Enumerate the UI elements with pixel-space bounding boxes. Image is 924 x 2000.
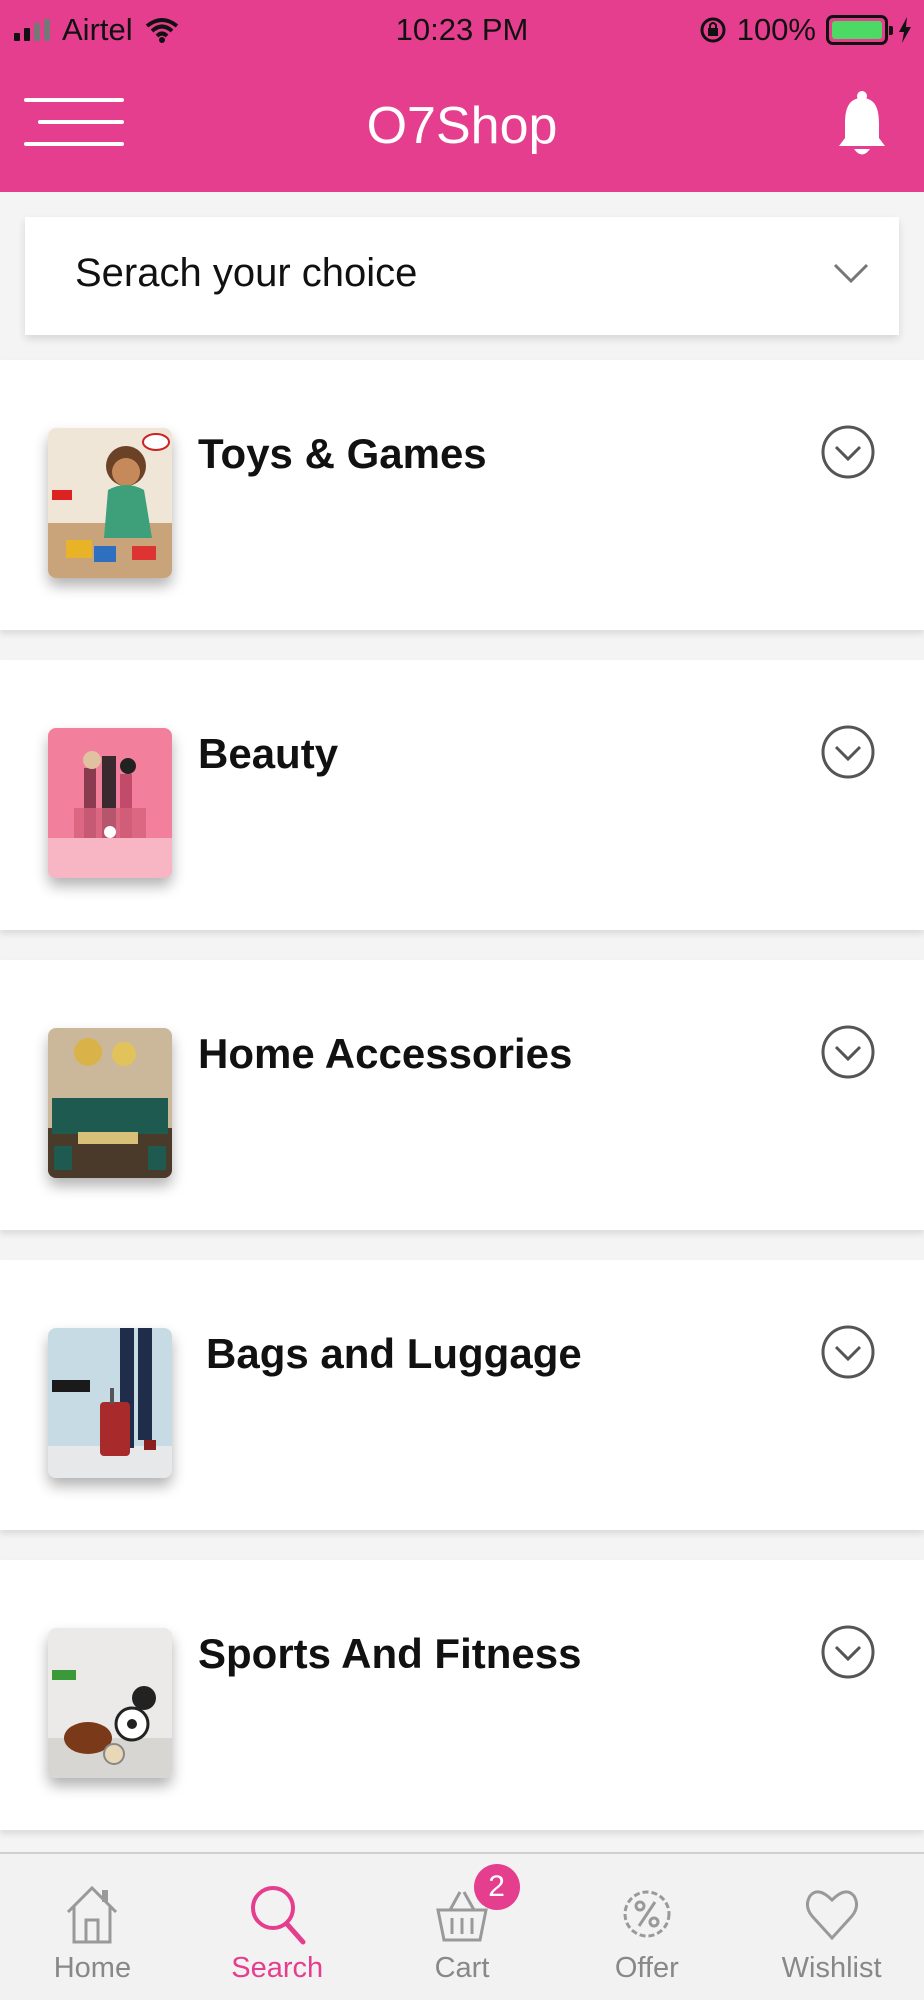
expand-chevron-icon[interactable]	[820, 724, 876, 780]
category-beauty[interactable]: Beauty	[0, 660, 924, 930]
category-sports-fitness[interactable]: Sports And Fitness	[0, 1560, 924, 1830]
expand-chevron-icon[interactable]	[820, 424, 876, 480]
search-icon	[251, 1886, 306, 1945]
tab-label: Cart	[434, 1952, 490, 1984]
heart-icon	[805, 1890, 858, 1941]
bell-icon[interactable]	[836, 90, 888, 160]
cart-badge: 2	[473, 1864, 520, 1910]
tab-label: Search	[231, 1952, 324, 1984]
category-label: Beauty	[198, 730, 339, 777]
category-toys-games[interactable]: Toys & Games	[0, 360, 924, 630]
category-label: Toys & Games	[198, 430, 487, 477]
search-dropdown[interactable]: Serach your choice	[25, 217, 899, 335]
home-icon	[67, 1885, 118, 1944]
app-title: O7Shop	[366, 97, 558, 155]
battery-icon	[826, 15, 893, 45]
tab-cart[interactable]: 2 Cart	[370, 1854, 555, 2000]
tab-label: Offer	[614, 1952, 679, 1984]
charging-bolt-icon	[899, 17, 911, 43]
home-accessories-thumbnail	[48, 1028, 172, 1178]
status-right: 100%	[699, 12, 912, 48]
tab-search[interactable]: Search	[185, 1854, 370, 2000]
navigation-bar: O7Shop	[0, 62, 924, 192]
category-label: Sports And Fitness	[198, 1630, 582, 1677]
tab-home[interactable]: Home	[0, 1854, 185, 2000]
toys-games-thumbnail	[48, 428, 172, 578]
expand-chevron-icon[interactable]	[820, 1024, 876, 1080]
percent-badge-icon	[623, 1890, 671, 1938]
tab-wishlist[interactable]: Wishlist	[739, 1854, 924, 2000]
search-placeholder: Serach your choice	[75, 251, 418, 295]
tab-label: Home	[53, 1952, 132, 1984]
status-bar: Airtel 10:23 PM 100%	[0, 0, 924, 62]
tab-offer[interactable]: Offer	[554, 1854, 739, 2000]
chevron-down-icon	[833, 263, 869, 284]
sports-fitness-thumbnail	[48, 1628, 172, 1778]
category-label: Home Accessories	[198, 1030, 573, 1077]
beauty-thumbnail	[48, 728, 172, 878]
tab-label: Wishlist	[781, 1952, 882, 1984]
search-area: Serach your choice	[0, 192, 924, 360]
bags-luggage-thumbnail	[48, 1328, 172, 1478]
expand-chevron-icon[interactable]	[820, 1324, 876, 1380]
tab-bar: Home Search 2 Cart Offer Wishlist	[0, 1852, 924, 2000]
category-label: Bags and Luggage	[206, 1330, 582, 1377]
rotation-lock-icon	[700, 17, 726, 43]
battery-percent: 100%	[736, 12, 816, 47]
category-bags-luggage[interactable]: Bags and Luggage	[0, 1260, 924, 1530]
category-home-accessories[interactable]: Home Accessories	[0, 960, 924, 1230]
expand-chevron-icon[interactable]	[820, 1624, 876, 1680]
